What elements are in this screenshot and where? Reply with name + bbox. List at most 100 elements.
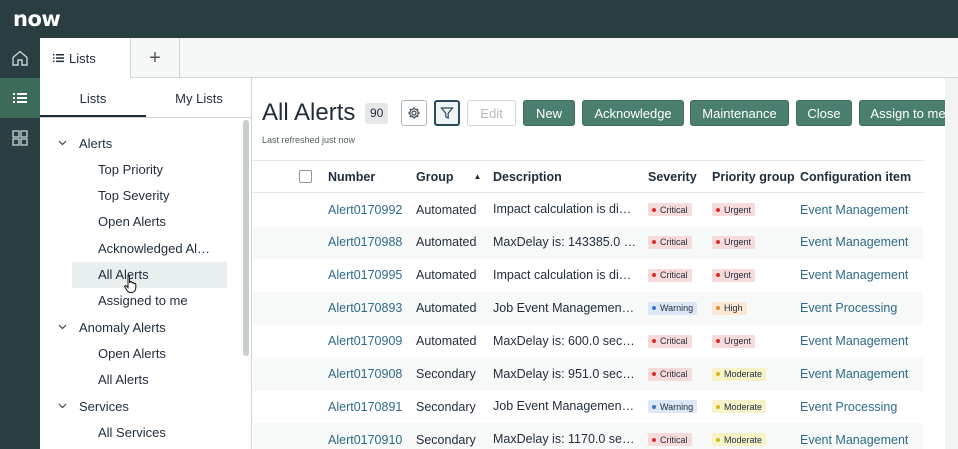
configuration-item-link[interactable]: Event Management — [800, 358, 908, 391]
column-header-configuration-item[interactable]: Configuration item — [800, 161, 911, 192]
select-all-checkbox[interactable] — [299, 170, 312, 183]
status-dot — [652, 339, 656, 344]
dashboards-button[interactable] — [0, 118, 40, 158]
sort-ascending-icon: ▲ — [473, 172, 482, 181]
column-header-severity[interactable]: Severity — [648, 161, 697, 192]
alert-number-link[interactable]: Alert0170909 — [328, 325, 402, 358]
tree-item[interactable]: Top Severity — [72, 183, 227, 209]
alert-number-link[interactable]: Alert0170995 — [328, 259, 402, 292]
table-row[interactable]: Alert0170910 Secondary MaxDelay is: 1170.0… — [253, 423, 923, 449]
priority-cell: Urgent — [712, 226, 756, 259]
description-cell: Impact calculation is dis… — [493, 267, 637, 282]
severity-label: Critical — [660, 204, 688, 215]
severity-badge: Warning — [648, 400, 698, 414]
chevron-down-icon[interactable] — [58, 403, 79, 409]
tree-group[interactable]: Alerts — [58, 130, 112, 156]
tree-label: All Alerts — [98, 372, 149, 388]
edit-button[interactable]: Edit — [467, 100, 516, 126]
tree-item[interactable]: Top Priority — [72, 156, 227, 182]
severity-cell: Critical — [648, 358, 692, 391]
tree-group[interactable]: Services — [58, 393, 129, 419]
alert-number-link[interactable]: Alert0170988 — [328, 226, 402, 259]
tree-group[interactable]: Anomaly Alerts — [58, 314, 166, 340]
tab-lists[interactable]: Lists — [40, 38, 131, 78]
tree-item[interactable]: Open Alerts — [72, 209, 227, 235]
group-cell: Automated — [416, 202, 477, 217]
configuration-item-link[interactable]: Event Management — [800, 423, 908, 449]
lists-button[interactable] — [0, 78, 40, 118]
table-row[interactable]: Alert0170893 Automated Job Event Managemen… — [253, 291, 923, 325]
tree-item-selected[interactable]: All Alerts — [72, 261, 227, 288]
severity-badge: Critical — [648, 203, 692, 216]
table-row[interactable]: Alert0170992 Automated Impact calculation … — [253, 193, 923, 226]
configuration-item-link[interactable]: Event Processing — [800, 390, 897, 423]
status-dot — [716, 372, 720, 376]
tree-label: Top Severity — [98, 188, 170, 204]
chevron-down-icon[interactable] — [58, 324, 79, 330]
sidebar-tab-lists[interactable]: Lists — [40, 78, 146, 118]
nav-rail — [0, 38, 40, 449]
tree-item[interactable]: Acknowledged Al… — [72, 235, 227, 261]
configuration-item-link[interactable]: Event Management — [800, 193, 908, 226]
alert-number-link[interactable]: Alert0170908 — [328, 358, 402, 391]
close-button[interactable]: Close — [796, 100, 852, 126]
priority-cell: Moderate — [712, 423, 767, 449]
main-scrollbar[interactable] — [945, 78, 958, 449]
table-row[interactable]: Alert0170988 Automated MaxDelay is: 143385… — [253, 225, 923, 259]
column-header-description[interactable]: Description — [493, 161, 562, 192]
top-bar: now — [0, 0, 958, 38]
configuration-item-link[interactable]: Event Processing — [800, 292, 897, 325]
record-count-badge: 90 — [365, 103, 389, 124]
severity-label: Warning — [660, 303, 694, 314]
table-row[interactable]: Alert0170995 Automated Impact calculation … — [253, 259, 923, 292]
severity-cell: Critical — [648, 226, 692, 259]
status-dot — [652, 306, 656, 311]
priority-cell: Urgent — [712, 259, 756, 292]
status-dot — [716, 404, 720, 409]
column-header-group[interactable]: Group ▲ — [416, 161, 481, 192]
tree-label: Open Alerts — [98, 345, 166, 361]
configuration-item-link[interactable]: Event Management — [800, 226, 908, 259]
brand-logo[interactable]: now — [13, 7, 61, 31]
tree-item[interactable]: All Alerts — [72, 367, 227, 393]
priority-label: Urgent — [724, 204, 752, 215]
sidebar-tabs: Lists My Lists — [40, 78, 251, 118]
filter-button[interactable] — [434, 100, 460, 126]
app-window: now Lists + Lists My Lists Alerts Top Pr… — [0, 0, 958, 449]
status-dot — [652, 207, 656, 212]
description-cell: Impact calculation is dis… — [493, 202, 637, 216]
sidebar-tab-my-lists[interactable]: My Lists — [146, 78, 251, 118]
tree-item[interactable]: Open Alerts — [72, 340, 227, 366]
alert-number-link[interactable]: Alert0170893 — [328, 292, 402, 325]
table-row[interactable]: Alert0170908 Secondary MaxDelay is: 951.0 … — [253, 357, 923, 391]
configuration-item-link[interactable]: Event Management — [800, 259, 908, 292]
priority-badge: Urgent — [712, 235, 756, 249]
maintenance-button[interactable]: Maintenance — [690, 100, 789, 126]
alert-number-link[interactable]: Alert0170992 — [328, 193, 402, 226]
sidebar-scrollbar[interactable] — [243, 120, 249, 356]
mouse-pointer-icon — [124, 275, 137, 293]
table-row[interactable]: Alert0170909 Automated MaxDelay is: 600.0 … — [253, 325, 923, 358]
tree-item[interactable]: Assigned to me — [72, 288, 227, 314]
lists-sidebar: Lists My Lists Alerts Top Priority Top Sev… — [40, 78, 252, 449]
assign-to-me-button[interactable]: Assign to me — [859, 100, 957, 126]
description-cell: MaxDelay is: 600.0 seco… — [493, 333, 637, 348]
column-header-priority-group[interactable]: Priority group — [712, 161, 795, 192]
alert-number-link[interactable]: Alert0170910 — [328, 423, 402, 449]
priority-cell: Urgent — [712, 193, 756, 226]
column-header-number[interactable]: Number — [328, 161, 375, 192]
new-button[interactable]: New — [523, 100, 575, 126]
home-button[interactable] — [0, 38, 40, 78]
chevron-down-icon[interactable] — [58, 140, 79, 146]
add-tab-button[interactable]: + — [131, 38, 180, 78]
grid-icon — [12, 130, 28, 146]
settings-button[interactable] — [401, 100, 427, 126]
table-row[interactable]: Alert0170891 Secondary Job Event Managemen… — [253, 390, 923, 423]
configuration-item-link[interactable]: Event Management — [800, 325, 908, 358]
tree-item[interactable]: All Services — [72, 419, 227, 445]
acknowledge-button[interactable]: Acknowledge — [582, 100, 684, 126]
tree-label: Anomaly Alerts — [79, 319, 166, 335]
priority-badge: Urgent — [712, 268, 756, 282]
priority-badge: Urgent — [712, 203, 756, 216]
alert-number-link[interactable]: Alert0170891 — [328, 390, 402, 423]
